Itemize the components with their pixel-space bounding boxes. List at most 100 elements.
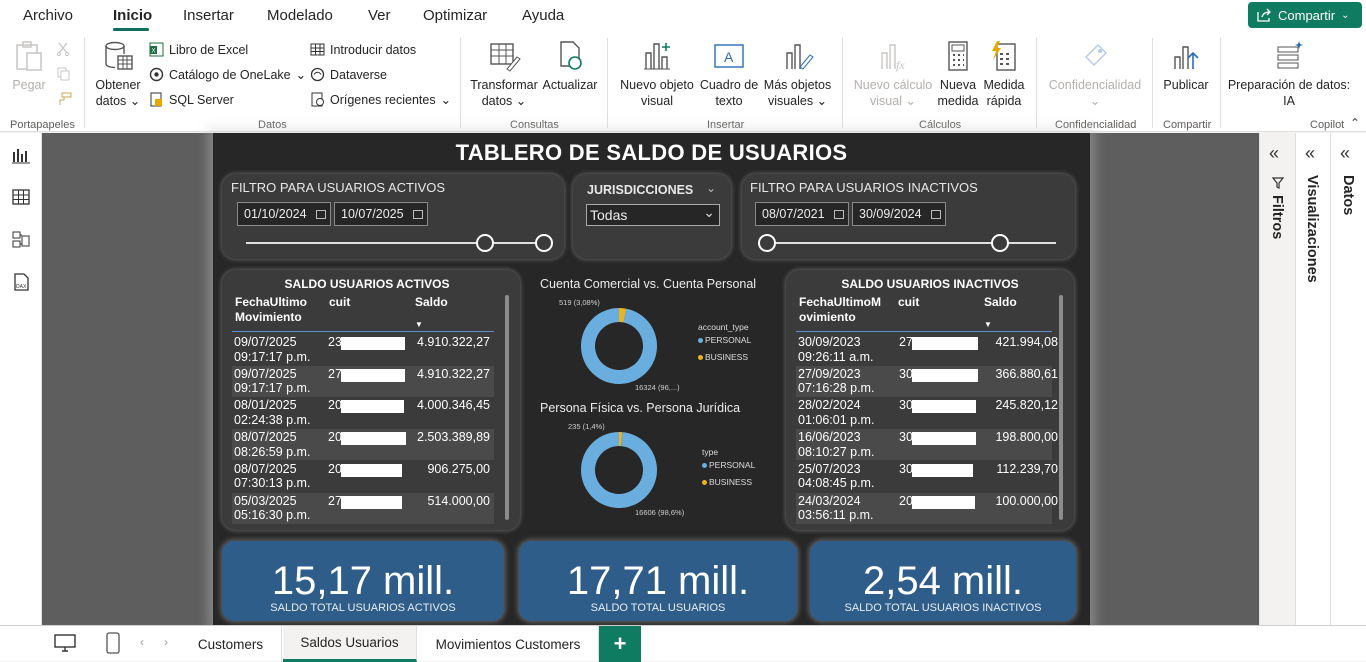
table-row[interactable]: 09/07/2025 09:17:17 p.m. 23 4.910.322,27	[232, 334, 494, 365]
legend-item-personal[interactable]: PERSONAL	[702, 460, 755, 470]
calendar-icon[interactable]	[834, 210, 844, 219]
recent-sources-icon	[311, 92, 324, 107]
excel-button[interactable]: X Libro de Excel	[149, 42, 248, 57]
cell-cuit: 30	[899, 366, 913, 381]
header-divider	[796, 331, 1052, 332]
menu-tab-inicio[interactable]: Inicio	[113, 7, 152, 24]
scroll-right-icon[interactable]: ›	[164, 635, 168, 649]
data-pane[interactable]: « Datos	[1330, 133, 1366, 625]
table-row[interactable]: 05/03/2025 05:16:30 p.m. 27 514.000,00	[232, 492, 494, 524]
chevron-left-icon[interactable]: «	[1305, 143, 1315, 164]
format-painter-icon[interactable]	[56, 92, 72, 106]
more-visuals-button[interactable]: Más objetos visuales ⌄	[760, 39, 835, 109]
donut-slice-personal[interactable]	[581, 432, 657, 508]
desktop-layout-icon[interactable]	[54, 634, 76, 652]
table-row[interactable]: 30/09/2023 09:26:11 a.m. 27 421.994,08	[796, 334, 1058, 365]
sql-server-button[interactable]: SQL Server	[149, 92, 234, 107]
table-row[interactable]: 09/07/2025 09:17:17 p.m. 27 4.910.322,27	[232, 365, 494, 397]
new-visual-calc-button[interactable]: fx Nuevo cálculo visual ⌄	[850, 39, 936, 109]
text-box-button[interactable]: A Cuadro de texto	[698, 39, 760, 109]
active-slider-start-handle[interactable]	[476, 234, 494, 252]
table-row[interactable]: 27/09/2023 07:16:28 p.m. 30 366.880,61	[796, 365, 1058, 397]
table-row[interactable]: 08/07/2025 07:30:13 p.m. 20 906.275,00	[232, 461, 494, 492]
legend-item-personal[interactable]: PERSONAL	[698, 335, 751, 345]
donut-slice-personal[interactable]	[581, 308, 657, 384]
active-date-slider[interactable]	[246, 242, 546, 244]
inactive-slider-start-handle[interactable]	[758, 234, 776, 252]
menu-tab-insertar[interactable]: Insertar	[183, 7, 234, 24]
vertical-scrollbar[interactable]	[1059, 295, 1063, 520]
recent-sources-button[interactable]: Orígenes recientes ⌄	[310, 92, 451, 107]
cell-cuit: 27	[328, 493, 342, 508]
chevron-up-icon[interactable]: ⌃	[1350, 116, 1360, 130]
calendar-icon[interactable]	[931, 210, 941, 219]
donut-chart-person-type[interactable]	[579, 430, 659, 510]
table-row[interactable]: 25/07/2023 04:08:45 p.m. 30 112.239,70	[796, 461, 1058, 492]
page-tab-customers[interactable]: Customers	[180, 626, 282, 662]
report-view-icon[interactable]	[11, 145, 31, 165]
calendar-icon[interactable]	[316, 210, 326, 219]
page-tab-movimientos-customers[interactable]: Movimientos Customers	[418, 626, 599, 662]
dataverse-button[interactable]: Dataverse	[310, 67, 387, 82]
table-row[interactable]: 24/03/2024 03:56:11 p.m. 20 100.000,00	[796, 492, 1058, 524]
share-button[interactable]: Compartir ⌄	[1248, 2, 1362, 28]
dax-query-view-icon[interactable]: DAX	[11, 272, 31, 292]
active-from-date-input[interactable]: 01/10/2024	[237, 202, 331, 226]
menu-tab-ayuda[interactable]: Ayuda	[522, 7, 564, 24]
refresh-button[interactable]: Actualizar	[540, 39, 600, 93]
menu-tab-ver[interactable]: Ver	[368, 7, 391, 24]
table-row[interactable]: 08/01/2025 02:24:38 p.m. 20 4.000.346,45	[232, 397, 494, 428]
menu-tab-optimizar[interactable]: Optimizar	[423, 7, 487, 24]
col-header-date[interactable]: FechaUltimoM ovimiento	[799, 295, 891, 325]
active-to-date-input[interactable]: 10/07/2025	[334, 202, 428, 226]
table-row[interactable]: 08/07/2025 08:26:59 p.m. 20 2.503.389,89	[232, 429, 494, 461]
scroll-left-icon[interactable]: ‹	[140, 635, 144, 649]
chevron-left-icon[interactable]: «	[1269, 143, 1279, 164]
col-header-cuit[interactable]: cuit	[329, 295, 350, 310]
page-tab-saldos-usuarios[interactable]: Saldos Usuarios	[283, 626, 417, 662]
new-visual-button[interactable]: Nuevo objeto visual	[616, 39, 698, 109]
calendar-icon[interactable]	[413, 210, 423, 219]
cut-icon[interactable]	[56, 42, 70, 56]
new-measure-button[interactable]: Nueva medida	[934, 39, 982, 109]
table-view-icon[interactable]	[11, 187, 31, 207]
donut-chart-account-type[interactable]	[579, 306, 659, 386]
jurisdiction-dropdown[interactable]: Todas ⌄	[586, 204, 720, 226]
col-header-cuit[interactable]: cuit	[898, 295, 919, 310]
mobile-layout-icon[interactable]	[106, 632, 120, 654]
get-data-button[interactable]: Obtener datos ⌄	[92, 39, 144, 109]
table-row[interactable]: 16/06/2023 08:10:27 p.m. 30 198.800,00	[796, 429, 1058, 461]
filters-pane[interactable]: « Filtros	[1259, 133, 1295, 625]
publish-button[interactable]: Publicar	[1158, 39, 1214, 93]
legend-item-business[interactable]: BUSINESS	[698, 352, 748, 362]
onelake-button[interactable]: Catálogo de OneLake ⌄	[149, 67, 306, 82]
table-row[interactable]: 28/02/2024 01:06:01 p.m. 30 245.820,12	[796, 397, 1058, 428]
menu-bar: Archivo Inicio Insertar Modelado Ver Opt…	[0, 0, 1366, 34]
sensitivity-button[interactable]: Confidencialidad ⌄	[1044, 39, 1146, 109]
vertical-scrollbar[interactable]	[505, 295, 509, 520]
ai-data-prep-button[interactable]: Preparación de datos: IA	[1226, 39, 1352, 109]
chevron-left-icon[interactable]: «	[1340, 143, 1350, 164]
copy-icon[interactable]	[56, 67, 70, 81]
inactive-date-slider[interactable]	[766, 242, 1056, 244]
visual-calc-icon: fx	[881, 44, 905, 72]
visualizations-pane[interactable]: « Visualizaciones	[1295, 133, 1330, 625]
transform-data-button[interactable]: Transformar datos ⌄	[468, 39, 540, 109]
cell-time-value: 08:10:27 p.m.	[798, 444, 875, 459]
model-view-icon[interactable]	[11, 229, 31, 249]
add-page-button[interactable]: +	[599, 626, 641, 662]
chevron-down-icon[interactable]: ⌄	[706, 181, 716, 195]
paste-button[interactable]: Pegar	[10, 39, 48, 93]
legend-item-business[interactable]: BUSINESS	[702, 477, 752, 487]
menu-tab-modelado[interactable]: Modelado	[267, 7, 333, 24]
inactive-from-date-input[interactable]: 08/07/2021	[755, 202, 849, 226]
col-header-date[interactable]: FechaUltimo Movimiento	[235, 295, 315, 325]
active-slider-end-handle[interactable]	[535, 234, 553, 252]
enter-data-button[interactable]: Introducir datos	[310, 42, 416, 57]
inactive-to-date-input[interactable]: 30/09/2024	[852, 202, 946, 226]
inactive-slider-end-handle[interactable]	[991, 234, 1009, 252]
col-header-saldo[interactable]: Saldo	[415, 295, 448, 310]
quick-measure-button[interactable]: Medida rápida	[980, 39, 1028, 109]
col-header-saldo[interactable]: Saldo	[984, 295, 1017, 310]
menu-tab-archivo[interactable]: Archivo	[23, 7, 73, 24]
